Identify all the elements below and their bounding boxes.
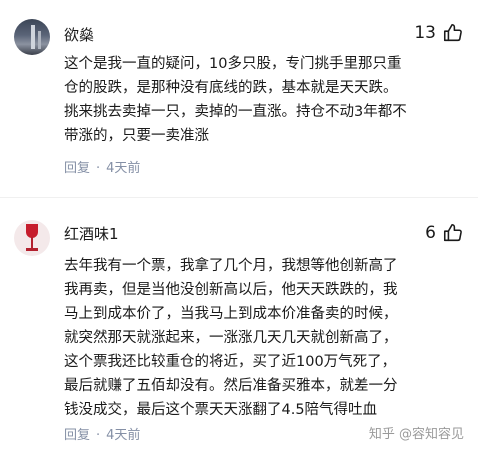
like-count: 6	[425, 223, 436, 243]
comment-text-line: 这个是我一直的疑问，10多只股，专门挑手里那只重	[64, 56, 402, 72]
divider	[0, 197, 478, 198]
comment-text: 这个是我一直的疑问，10多只股，专门挑手里那只重 仓的股跌，是那种没有底线的跌，…	[64, 52, 456, 148]
comment-text-line: 带涨的，只要一卖准涨	[64, 128, 209, 144]
username[interactable]: 欲燊	[64, 24, 94, 45]
reply-button[interactable]: 回复	[64, 161, 90, 176]
comment-meta: 回复 · 4天前	[64, 424, 140, 443]
avatar[interactable]	[14, 220, 50, 256]
thumbs-up-icon[interactable]	[442, 22, 464, 44]
comment-text-line: 最后就赚了五佰却没有。然后准备买雅本，就差一分	[64, 378, 398, 394]
comment-text-line: 钱没成交，最后这个票天天涨翻了4.5陪气得吐血	[64, 402, 378, 418]
comment-text-line: 就突然那天就涨起来，一涨涨几天几天就创新高了，	[64, 330, 398, 346]
watermark: 知乎 @容知容见	[368, 427, 464, 442]
comment-meta: 回复 · 4天前	[64, 157, 140, 176]
reply-button[interactable]: 回复	[64, 428, 90, 443]
avatar[interactable]	[14, 19, 50, 55]
comment-item: 欲燊 13 这个是我一直的疑问，10多只股，专门挑手里那只重 仓的股跌，是那种没…	[0, 0, 478, 200]
comment-text-line: 我再卖，但是当他没创新高以后，他天天跌跌的，我	[64, 282, 398, 298]
comment-text-line: 挑来挑去卖掉一只，卖掉的一直涨。持仓不动3年都不	[64, 104, 407, 120]
avatar-image-detail	[38, 31, 41, 49]
username[interactable]: 红酒味1	[64, 223, 119, 244]
avatar-image-detail	[26, 224, 38, 238]
comment-text-line: 马上到成本价了，当我马上到成本价准备卖的时候，	[64, 306, 398, 322]
comment-text-line: 仓的股跌，是那种没有底线的跌，基本就是天天跌。	[64, 80, 398, 96]
comment-text-line: 这个票我还比较重仓的将近，买了近100万气死了，	[64, 354, 397, 370]
comment-text: 去年我有一个票，我拿了几个月，我想等他创新高了 我再卖，但是当他没创新高以后，他…	[64, 254, 456, 422]
meta-separator: ·	[96, 428, 101, 443]
timestamp: 4天前	[106, 428, 141, 443]
avatar-image-detail	[26, 248, 38, 251]
meta-separator: ·	[96, 161, 101, 176]
avatar-image-detail	[31, 25, 35, 49]
thumbs-up-icon[interactable]	[442, 222, 464, 244]
like-count: 13	[414, 23, 436, 43]
comment-text-line: 去年我有一个票，我拿了几个月，我想等他创新高了	[64, 258, 398, 274]
timestamp: 4天前	[106, 161, 141, 176]
